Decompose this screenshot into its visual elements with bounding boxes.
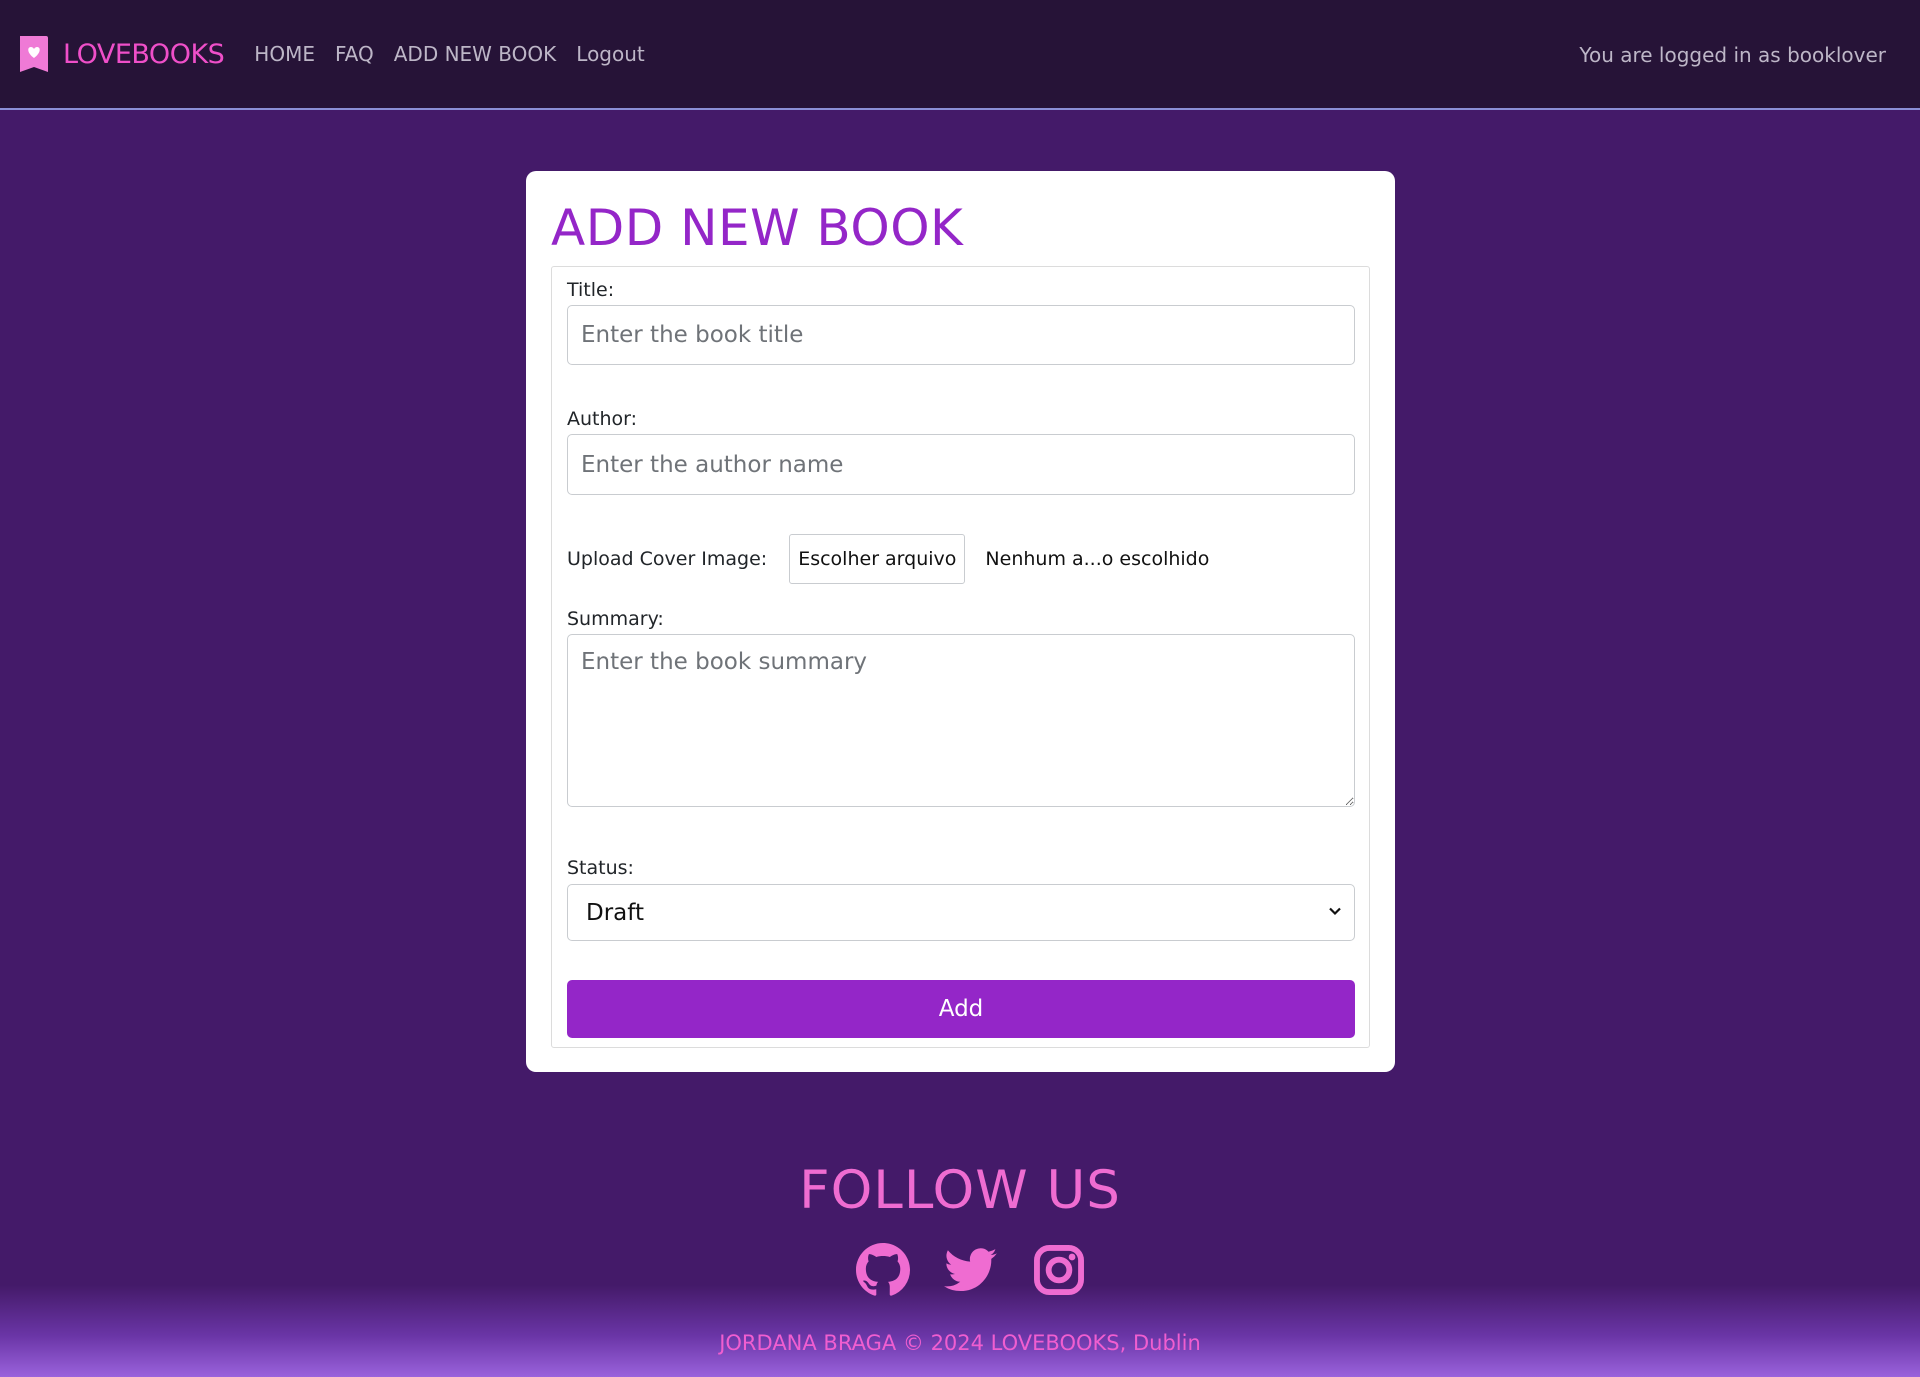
- navbar: LOVEBOOKS HOME FAQ ADD NEW BOOK Logout Y…: [0, 0, 1920, 110]
- add-book-card: ADD NEW BOOK Title: Author: Upload Cover…: [526, 171, 1395, 1072]
- title-label: Title:: [567, 279, 615, 301]
- heart-book-icon: [18, 34, 50, 74]
- social-links: [856, 1243, 1120, 1297]
- status-selected-value: Draft: [586, 899, 644, 926]
- brand-logo-link[interactable]: LOVEBOOKS: [18, 34, 225, 74]
- nav-faq-link[interactable]: FAQ: [335, 42, 374, 66]
- copyright-text: JORDANA BRAGA © 2024 LOVEBOOKS, Dublin: [719, 1331, 1201, 1355]
- add-book-button[interactable]: Add: [567, 980, 1355, 1038]
- status-label: Status:: [567, 857, 634, 879]
- author-input[interactable]: [567, 434, 1355, 495]
- title-input[interactable]: [567, 305, 1355, 365]
- nav-add-book-link[interactable]: ADD NEW BOOK: [394, 42, 557, 66]
- file-status-text: Nenhum a...o escolhido: [985, 548, 1210, 570]
- follow-us-heading: FOLLOW US: [799, 1160, 1121, 1221]
- status-select[interactable]: Draft: [567, 884, 1355, 941]
- nav-links: HOME FAQ ADD NEW BOOK Logout: [254, 42, 664, 66]
- logged-in-user-text: You are logged in as booklover: [1579, 43, 1886, 67]
- github-icon[interactable]: [856, 1243, 910, 1297]
- brand-name: LOVEBOOKS: [63, 38, 225, 70]
- twitter-icon[interactable]: [944, 1243, 998, 1297]
- chevron-down-icon: [1328, 903, 1354, 922]
- cover-upload-label: Upload Cover Image:: [567, 548, 768, 570]
- nav-home-link[interactable]: HOME: [254, 42, 315, 66]
- instagram-icon[interactable]: [1032, 1243, 1086, 1297]
- choose-file-button[interactable]: Escolher arquivo: [789, 534, 966, 584]
- nav-logout-link[interactable]: Logout: [576, 42, 644, 66]
- cover-upload-row: Upload Cover Image: Escolher arquivo Nen…: [567, 534, 1209, 584]
- summary-textarea[interactable]: [567, 634, 1355, 807]
- author-label: Author:: [567, 408, 638, 430]
- add-book-form: Title: Author: Upload Cover Image: Escol…: [551, 266, 1370, 1048]
- summary-label: Summary:: [567, 608, 664, 630]
- page-title: ADD NEW BOOK: [551, 199, 964, 257]
